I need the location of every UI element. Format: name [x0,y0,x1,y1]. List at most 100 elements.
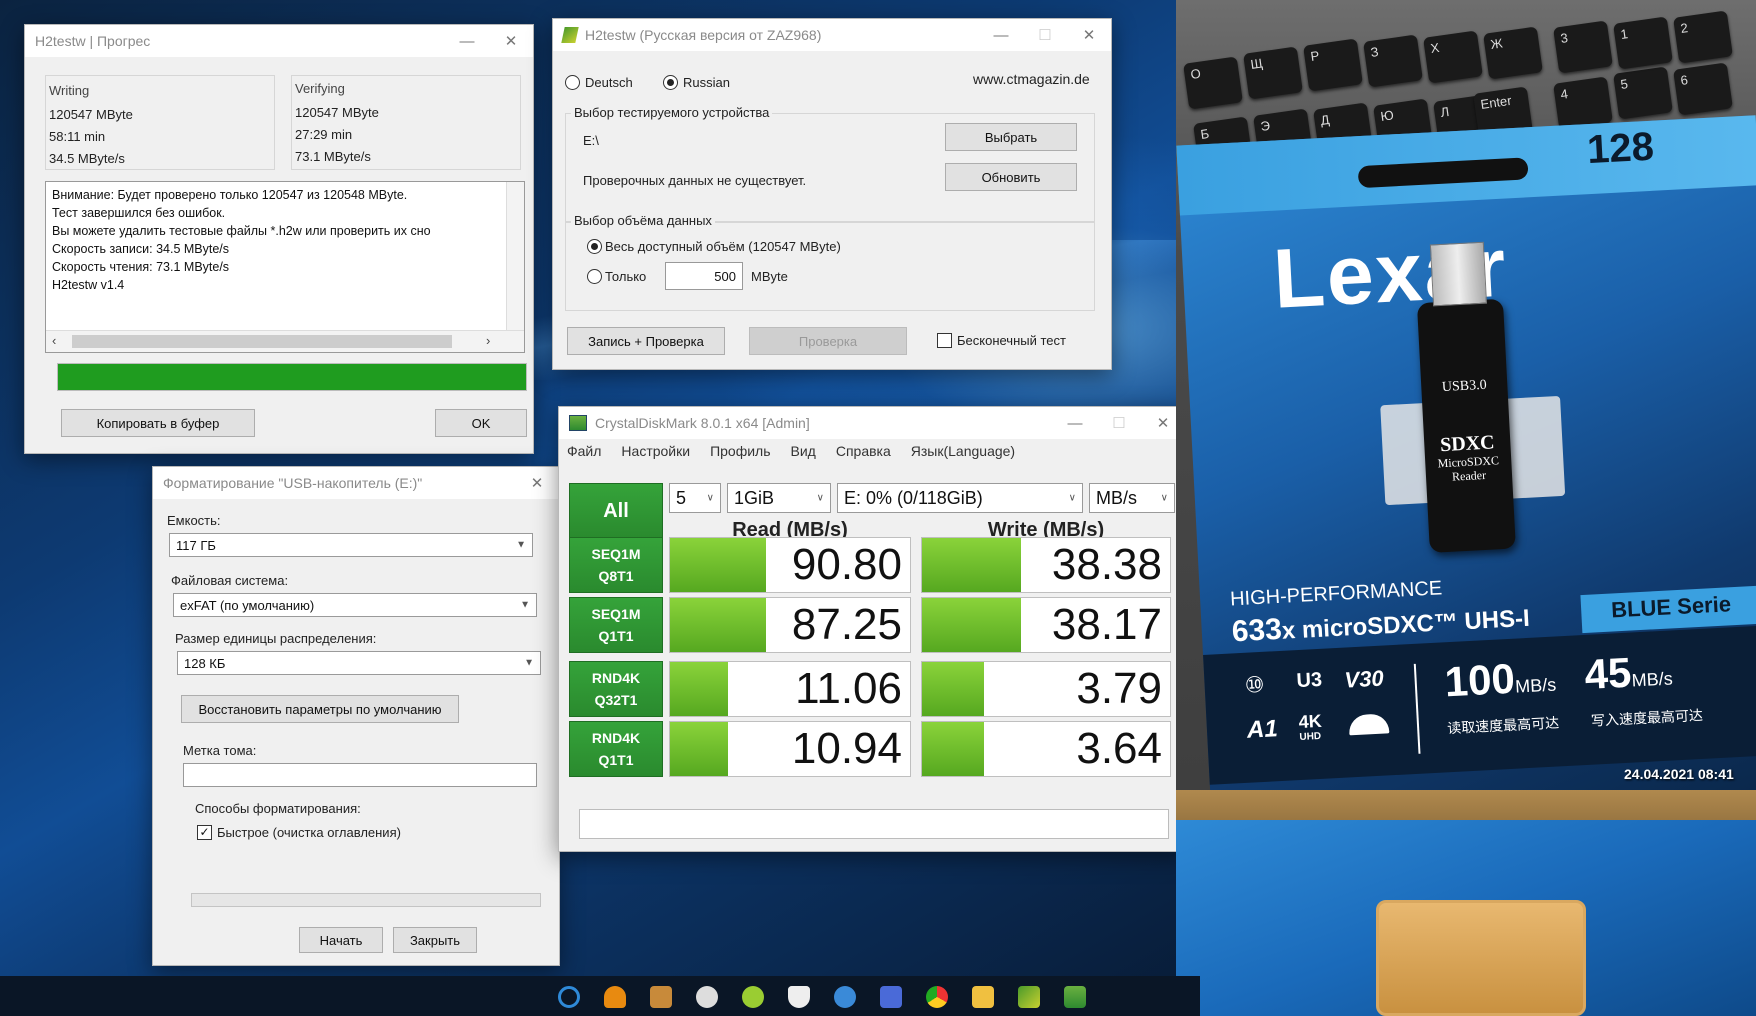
chevron-down-icon: ∨ [816,492,824,504]
write-bar [922,538,1022,592]
choose-button[interactable]: Выбрать [945,123,1077,151]
write-speed-unit: MB/s [1631,668,1674,691]
write-result-3: 3.79 [921,661,1171,717]
write-verify-button[interactable]: Запись + Проверка [567,327,725,355]
photo-timestamp: 24.04.2021 08:41 [1624,766,1734,782]
format-title: Форматирование "USB-накопитель (E:)" [163,475,423,491]
start-button[interactable]: Начать [299,927,383,953]
refresh-button[interactable]: Обновить [945,163,1077,191]
unit-select[interactable]: MB/s ∨ [1089,483,1175,513]
test-label-3[interactable]: RND4K Q32T1 [569,661,663,717]
fs-value: exFAT (по умолчанию) [180,597,315,613]
4k-icon: 4K [1298,710,1323,733]
write-value: 3.79 [1076,664,1162,713]
store-taskbar-icon[interactable] [742,986,764,1008]
close-icon[interactable]: ✕ [515,467,559,499]
russian-radio[interactable] [663,75,678,90]
writing-header: Writing [49,83,90,98]
unit-value: MB/s [1096,487,1138,508]
test-label-line1: RND4K [591,730,641,746]
read-result-4: 10.94 [669,721,911,777]
reader-label-reader: Reader [1451,467,1487,484]
writing-speed: 34.5 MByte/s [49,151,125,166]
ctmagazin-link[interactable]: www.ctmagazin.de [973,71,1090,87]
drive-value: E: 0% (0/118GiB) [844,487,983,508]
size-select[interactable]: 1GiB ∨ [727,483,831,513]
write-result-1: 38.38 [921,537,1171,593]
cdm-taskbar-icon[interactable] [1064,986,1086,1008]
test-label-4[interactable]: RND4K Q1T1 [569,721,663,777]
deutsch-radio[interactable] [565,75,580,90]
drive-select[interactable]: E: 0% (0/118GiB) ∨ [837,483,1083,513]
close-button[interactable]: Закрыть [393,927,477,953]
alloc-select[interactable]: 128 КБ ▼ [177,651,541,675]
test-label-line2: Q1T1 [598,752,634,768]
browser-taskbar-icon[interactable] [834,986,856,1008]
menu-view[interactable]: Вид [791,443,816,459]
chevron-down-icon: ∨ [1068,492,1076,504]
cdm-comment-field[interactable] [579,809,1169,839]
app-taskbar-icon[interactable] [972,986,994,1008]
all-volume-radio[interactable] [587,239,602,254]
key-label: Д [1319,111,1331,128]
photo-viewer-taskbar-icon[interactable] [650,986,672,1008]
read-bar [670,598,766,652]
vlc-taskbar-icon[interactable] [604,986,626,1008]
only-radio[interactable] [587,269,602,284]
minimize-icon[interactable]: — [1053,407,1097,439]
refresh-taskbar-icon[interactable] [558,986,580,1008]
minimize-icon[interactable]: — [445,25,489,57]
gear-icon[interactable] [696,986,718,1008]
count-select[interactable]: 5 ∨ [669,483,721,513]
verify-button[interactable]: Проверка [749,327,907,355]
taskbar [0,976,1200,1016]
close-icon[interactable]: ✕ [489,25,533,57]
write-value: 38.38 [1051,540,1162,589]
scroll-left-icon[interactable]: ‹ [52,333,56,348]
capacity-select[interactable]: 117 ГБ ▼ [169,533,533,557]
shield-icon[interactable] [788,986,810,1008]
log-textarea[interactable]: Внимание: Будет проверено только 120547 … [45,181,525,353]
menu-profile[interactable]: Профиль [710,443,770,459]
quick-format-checkbox[interactable]: ✓ [197,825,212,840]
menu-file[interactable]: Файл [567,443,601,459]
volume-label-label: Метка тома: [183,743,257,758]
test-label-line1: SEQ1M [591,606,641,622]
no-data-label: Проверочных данных не существует. [583,173,807,188]
close-icon[interactable]: ✕ [1067,19,1111,51]
test-label-2[interactable]: SEQ1M Q1T1 [569,597,663,653]
read-value: 90.80 [791,540,902,589]
ok-button[interactable]: OK [435,409,527,437]
read-result-2: 87.25 [669,597,911,653]
all-button[interactable]: All [569,483,663,539]
chrome-taskbar-icon[interactable] [926,986,948,1008]
menu-language[interactable]: Язык(Language) [911,443,1015,459]
horizontal-scrollbar[interactable]: ‹ › [46,330,524,352]
fs-select[interactable]: exFAT (по умолчанию) ▼ [173,593,537,617]
count-value: 5 [676,487,687,508]
read-value: 10.94 [791,724,902,773]
vertical-scrollbar[interactable] [506,182,524,330]
menu-help[interactable]: Справка [836,443,891,459]
save-icon[interactable] [880,986,902,1008]
test-label-1[interactable]: SEQ1M Q8T1 [569,537,663,593]
key-label: Л [1439,103,1451,120]
scroll-thumb[interactable] [72,335,452,348]
maximize-icon[interactable]: ☐ [1097,407,1141,439]
h2testw-taskbar-icon[interactable] [1018,986,1040,1008]
maximize-icon[interactable]: ☐ [1023,19,1067,51]
endless-test-checkbox[interactable] [937,333,952,348]
menu-settings[interactable]: Настройки [621,443,690,459]
scroll-right-icon[interactable]: › [486,333,490,348]
cdm-menubar: Файл Настройки Профиль Вид Справка Язык(… [567,443,1015,459]
write-bar [922,722,984,776]
copy-to-clipboard-button[interactable]: Копировать в буфер [61,409,255,437]
read-bar [670,538,766,592]
cdm-app-icon [569,415,587,431]
writing-time: 58:11 min [49,129,106,144]
log-line: Скорость записи: 34.5 MByte/s [52,242,230,256]
only-input[interactable]: 500 [665,262,743,290]
restore-defaults-button[interactable]: Восстановить параметры по умолчанию [181,695,459,723]
minimize-icon[interactable]: — [979,19,1023,51]
volume-label-input[interactable] [183,763,537,787]
